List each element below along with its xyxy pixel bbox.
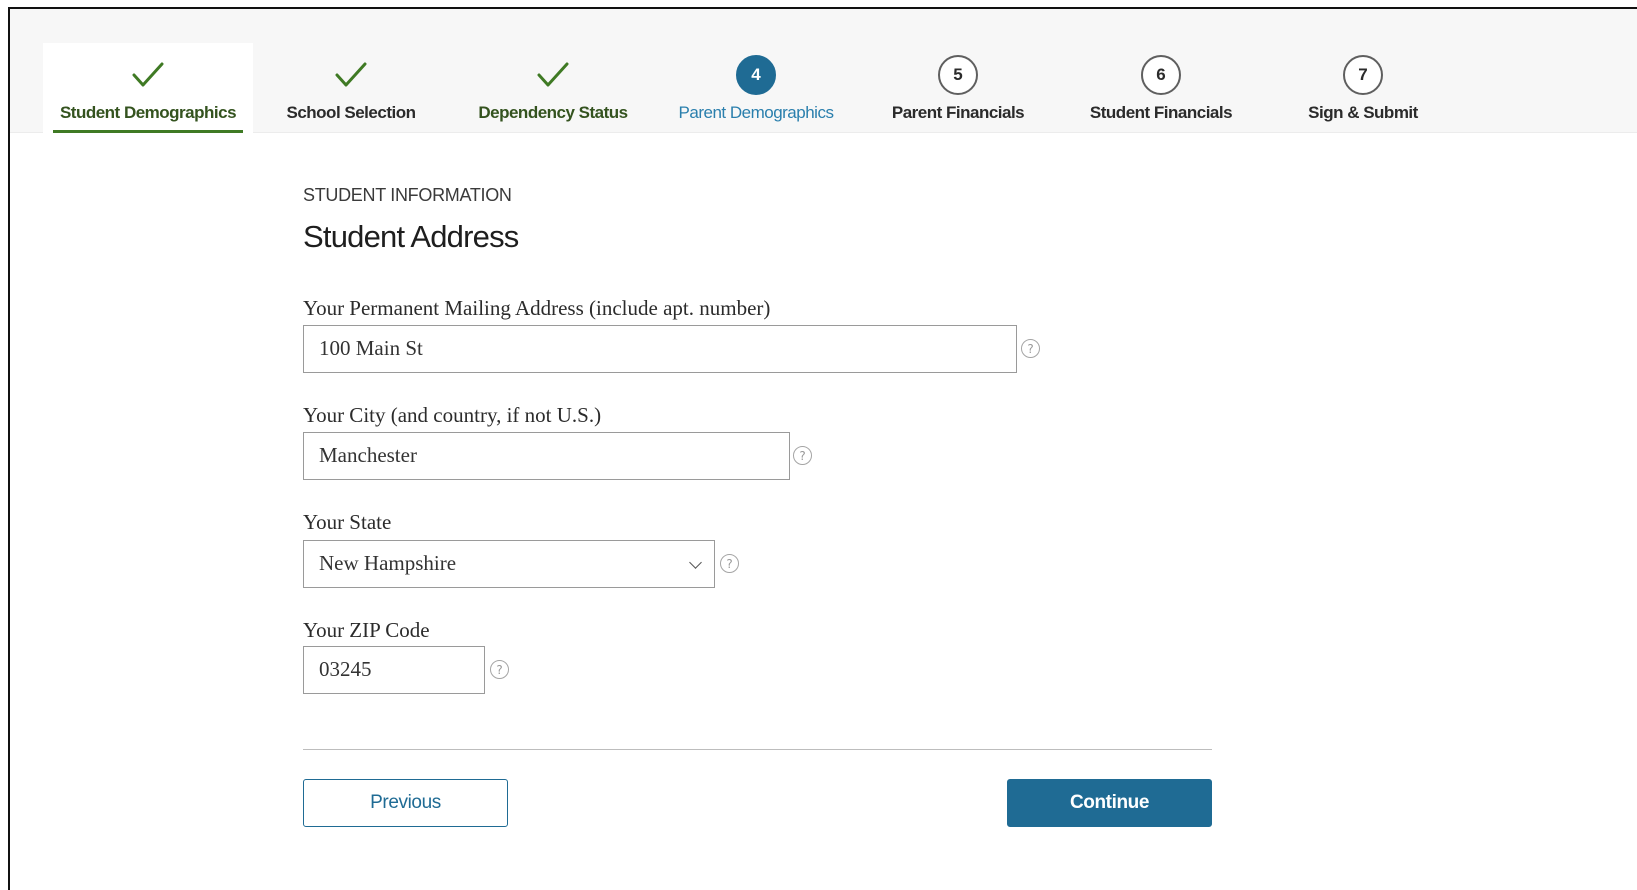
address-input[interactable]: 100 Main St <box>303 325 1017 373</box>
form-divider <box>303 749 1212 750</box>
city-input[interactable]: Manchester <box>303 432 790 480</box>
application-frame: Student Demographics School Selection De… <box>8 7 1637 890</box>
section-eyebrow: STUDENT INFORMATION <box>303 185 512 205</box>
chevron-down-icon <box>689 556 702 569</box>
state-select[interactable]: New Hampshire <box>303 540 715 588</box>
state-selected-value: New Hampshire <box>319 551 457 575</box>
page-title: Student Address <box>303 219 519 254</box>
address-label: Your Permanent Mailing Address (include … <box>303 296 771 320</box>
student-address-form: STUDENT INFORMATION Student Address Your… <box>10 9 1637 890</box>
help-icon[interactable]: ? <box>1021 339 1040 358</box>
state-label: Your State <box>303 510 392 534</box>
zip-label: Your ZIP Code <box>303 618 430 642</box>
help-icon[interactable]: ? <box>793 446 812 465</box>
help-icon[interactable]: ? <box>490 660 509 679</box>
help-icon[interactable]: ? <box>720 554 739 573</box>
city-label: Your City (and country, if not U.S.) <box>303 403 602 427</box>
zip-input[interactable]: 03245 <box>303 646 485 694</box>
continue-button[interactable]: Continue <box>1007 779 1212 827</box>
previous-button[interactable]: Previous <box>303 779 508 827</box>
